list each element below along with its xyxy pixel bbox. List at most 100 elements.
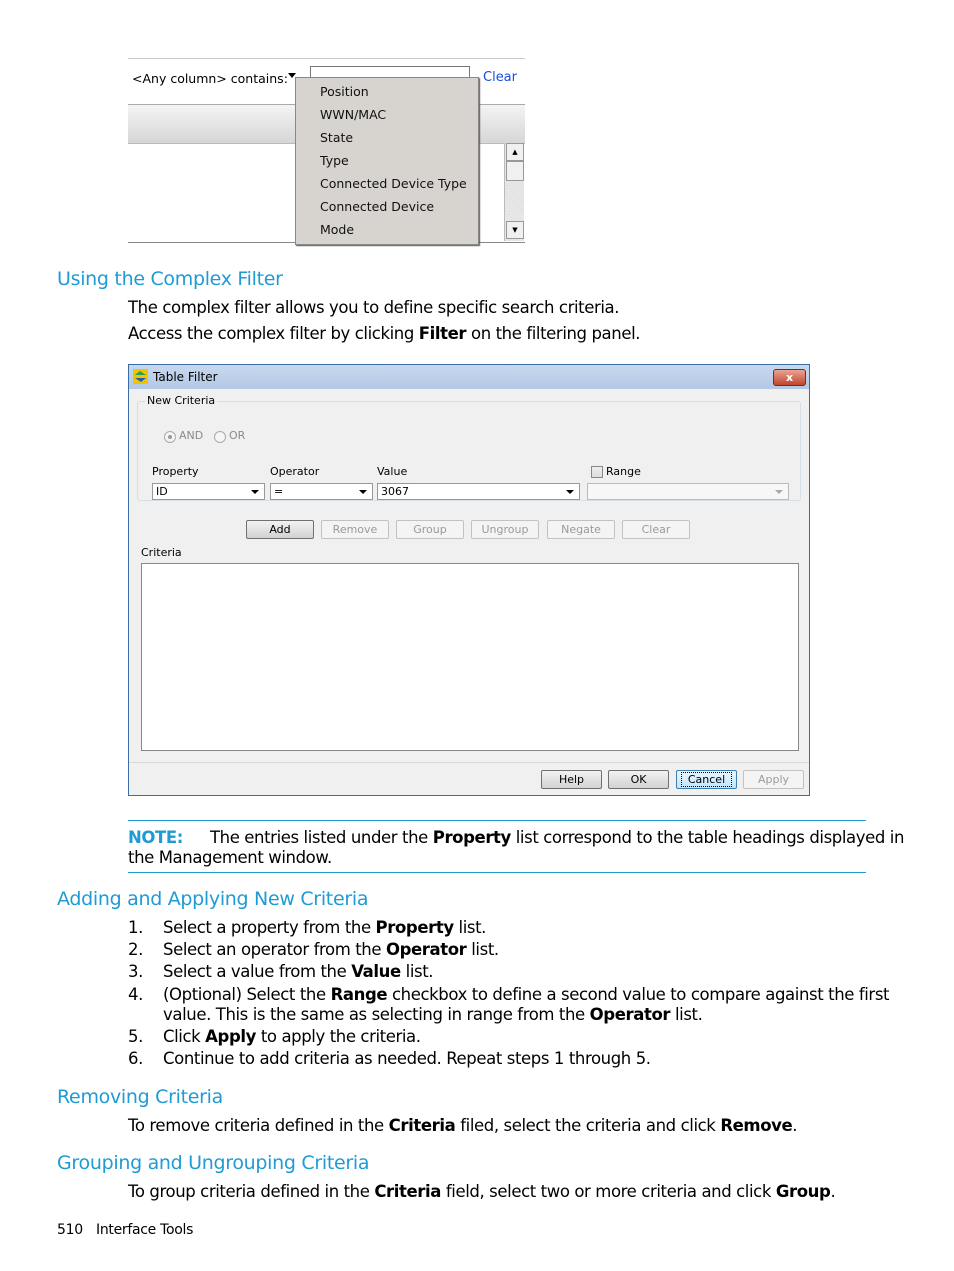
section-heading-adding-criteria: Adding and Applying New Criteria — [57, 888, 369, 910]
range-value-select[interactable] — [587, 483, 789, 500]
text: The entries listed under the — [209, 828, 433, 847]
menu-item-connected-device[interactable]: Connected Device — [320, 199, 434, 214]
bold-term: Filter — [418, 324, 467, 343]
bold-term: Remove — [720, 1116, 793, 1135]
property-label: Property — [152, 465, 199, 478]
cancel-button[interactable]: Cancel — [676, 770, 737, 789]
menu-item-connected-device-type[interactable]: Connected Device Type — [320, 176, 467, 191]
scroll-down-arrow-icon[interactable]: ▼ — [506, 221, 524, 239]
chevron-down-icon — [359, 490, 367, 494]
apply-button[interactable]: Apply — [743, 770, 804, 789]
text: list correspond to the table headings di… — [510, 828, 905, 847]
text: To group criteria defined in the — [128, 1182, 375, 1201]
cancel-label: Cancel — [680, 772, 733, 787]
section-heading-grouping-criteria: Grouping and Ungrouping Criteria — [57, 1152, 370, 1174]
operator-label: Operator — [270, 465, 320, 478]
menu-item-mode[interactable]: Mode — [320, 222, 354, 237]
text: to apply the criteria. — [255, 1027, 421, 1046]
bold-term: Operator — [589, 1005, 671, 1024]
bold-term: Apply — [205, 1027, 256, 1046]
dialog-title: Table Filter — [153, 370, 218, 384]
text: list. — [466, 940, 499, 959]
value-text: 3067 — [381, 485, 409, 498]
help-button[interactable]: Help — [541, 770, 602, 789]
step-number: 6. — [128, 1049, 143, 1068]
ok-button[interactable]: OK — [608, 770, 669, 789]
range-label: Range — [606, 465, 641, 478]
menu-item-type[interactable]: Type — [320, 153, 349, 168]
chevron-down-icon — [251, 490, 259, 494]
text: To remove criteria defined in the — [128, 1116, 389, 1135]
step-number: 4. — [128, 985, 143, 1004]
bold-term: Criteria — [388, 1116, 456, 1135]
menu-item-position[interactable]: Position — [320, 84, 369, 99]
bold-term: Criteria — [374, 1182, 442, 1201]
step-number: 3. — [128, 962, 143, 981]
menu-item-state[interactable]: State — [320, 130, 353, 145]
text: field, select two or more criteria and c… — [441, 1182, 776, 1201]
app-logo-icon — [133, 369, 148, 384]
table-filter-dialog: Table Filter x New Criteria AND OR Prope… — [128, 364, 810, 796]
text: list. — [453, 918, 487, 937]
text: list. — [400, 962, 434, 981]
section-heading-removing-criteria: Removing Criteria — [57, 1086, 223, 1108]
column-dropdown-menu: Position WWN/MAC State Type Connected De… — [295, 77, 479, 245]
ungroup-button[interactable]: Ungroup — [471, 520, 539, 539]
text: Continue to add criteria as needed. Repe… — [163, 1049, 651, 1068]
vertical-scrollbar[interactable]: ▲ ▼ — [504, 143, 524, 241]
chevron-down-icon — [566, 490, 574, 494]
text: Click — [163, 1027, 206, 1046]
negate-button[interactable]: Negate — [547, 520, 615, 539]
operator-value: = — [274, 485, 284, 498]
note-top-rule — [128, 820, 866, 821]
scroll-thumb[interactable] — [506, 161, 524, 181]
bold-term: Group — [775, 1182, 831, 1201]
text: value. This is the same as selecting in … — [163, 1005, 590, 1024]
note-line2: the Management window. — [128, 848, 332, 867]
text: Select a value from the — [163, 962, 352, 981]
and-radio[interactable] — [164, 431, 176, 443]
bold-term: Range — [330, 985, 388, 1004]
range-checkbox[interactable] — [591, 466, 603, 478]
text: Select a property from the — [163, 918, 376, 937]
text: . — [792, 1116, 798, 1135]
operator-select[interactable]: = — [270, 483, 373, 500]
chevron-down-icon — [775, 490, 783, 494]
add-button[interactable]: Add — [246, 520, 314, 539]
footer-separator — [129, 762, 809, 763]
or-radio[interactable] — [214, 431, 226, 443]
clear-link[interactable]: Clear — [483, 70, 517, 85]
complex-filter-access: Access the complex filter by clicking Fi… — [128, 324, 641, 343]
property-select[interactable]: ID — [152, 483, 265, 500]
bold-term: Operator — [385, 940, 467, 959]
text: . — [830, 1182, 836, 1201]
group-button[interactable]: Group — [396, 520, 464, 539]
text: list. — [670, 1005, 703, 1024]
remove-button[interactable]: Remove — [321, 520, 389, 539]
property-value: ID — [156, 485, 168, 498]
and-label: AND — [179, 429, 204, 442]
dialog-titlebar: Table Filter x — [129, 365, 809, 389]
note: NOTE: The entries listed under the Proper… — [128, 828, 904, 847]
step-number: 1. — [128, 918, 143, 937]
value-combo[interactable]: 3067 — [377, 483, 580, 500]
bold-term: Property — [432, 828, 512, 847]
close-icon[interactable]: x — [773, 369, 806, 386]
scroll-up-arrow-icon[interactable]: ▲ — [506, 143, 524, 161]
page-number: 510 — [57, 1222, 83, 1238]
grouping-criteria-text: To group criteria defined in the Criteri… — [128, 1182, 836, 1201]
bold-term: Property — [375, 918, 455, 937]
new-criteria-label: New Criteria — [145, 394, 218, 407]
text: Access the complex filter by clicking — [128, 324, 419, 343]
removing-criteria-text: To remove criteria defined in the Criter… — [128, 1116, 798, 1135]
text: on the filtering panel. — [466, 324, 641, 343]
value-label: Value — [377, 465, 408, 478]
or-label: OR — [229, 429, 246, 442]
quick-filter-screenshot: <Any column> contains: Clear ▲ ▼ Positio… — [128, 58, 525, 247]
clear-button[interactable]: Clear — [622, 520, 690, 539]
complex-filter-intro: The complex filter allows you to define … — [128, 298, 620, 317]
menu-item-wwn-mac[interactable]: WWN/MAC — [320, 107, 386, 122]
any-column-filter-label: <Any column> contains: — [132, 71, 288, 86]
bold-term: Value — [351, 962, 401, 981]
criteria-list[interactable] — [141, 563, 799, 751]
